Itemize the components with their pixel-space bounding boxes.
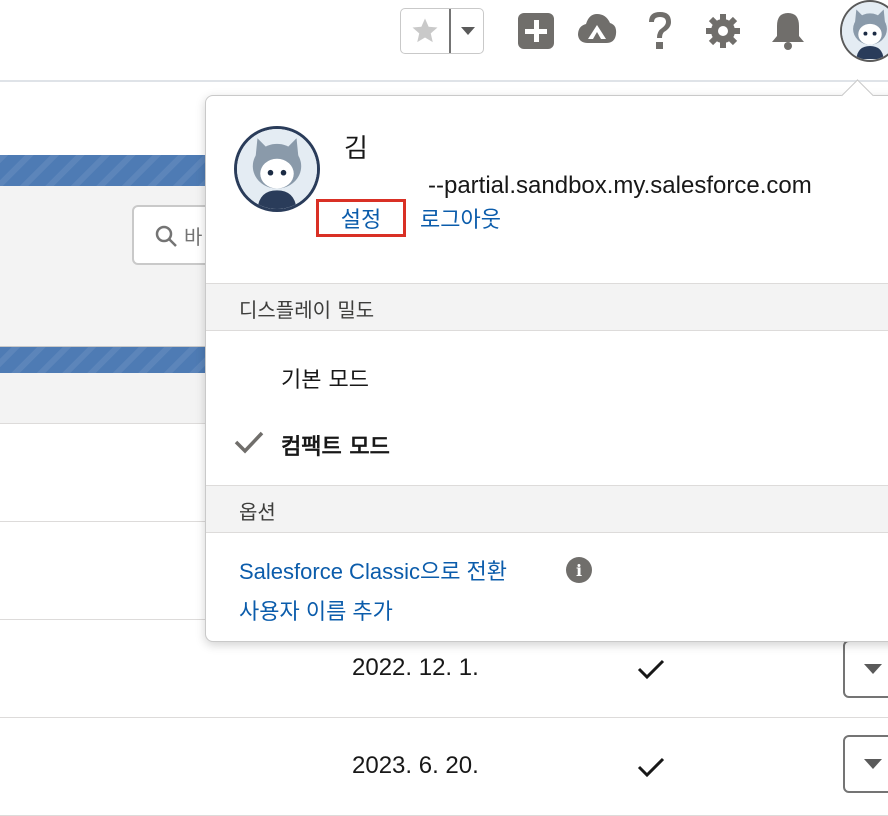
- chevron-down-icon: [864, 759, 882, 769]
- global-header: [0, 0, 888, 82]
- favorites-menu-button[interactable]: [449, 9, 485, 53]
- logout-link[interactable]: 로그아웃: [420, 202, 501, 234]
- switch-to-classic-link[interactable]: Salesforce Classic으로 전환: [239, 554, 507, 586]
- search-icon: [154, 224, 178, 252]
- section-title: 디스플레이 밀도: [239, 298, 375, 322]
- bell-icon: [772, 13, 804, 50]
- checkmark-icon: [636, 756, 666, 782]
- plus-icon: [518, 13, 554, 49]
- user-name: 김: [344, 134, 368, 164]
- favorite-star-button[interactable]: [401, 9, 449, 53]
- user-profile-menu: 김 --partial.sandbox.my.salesforce.com 설정…: [205, 95, 888, 642]
- gear-icon: [706, 14, 740, 48]
- density-option-compact[interactable]: 컴팩트 모드: [281, 429, 390, 461]
- settings-link[interactable]: 설정: [316, 199, 406, 237]
- user-avatar-button[interactable]: [840, 0, 888, 62]
- favorites-button-group: [400, 8, 484, 54]
- org-domain: --partial.sandbox.my.salesforce.com: [428, 172, 812, 199]
- chevron-down-icon: [461, 27, 475, 35]
- info-icon[interactable]: i: [566, 557, 592, 583]
- star-icon: [412, 18, 438, 43]
- notifications-button[interactable]: [765, 8, 811, 54]
- chevron-down-icon: [864, 664, 882, 674]
- global-actions-button[interactable]: [513, 8, 559, 54]
- trailhead-icon: [578, 14, 617, 43]
- add-username-link[interactable]: 사용자 이름 추가: [239, 594, 393, 626]
- display-density-heading: 디스플레이 밀도: [206, 283, 888, 331]
- help-button[interactable]: [637, 8, 683, 54]
- trailhead-button[interactable]: [574, 8, 620, 54]
- density-option-default[interactable]: 기본 모드: [281, 362, 369, 394]
- row-date: 2023. 6. 20.: [352, 752, 479, 779]
- profile-avatar: [234, 126, 320, 212]
- options-heading: 옵션: [206, 485, 888, 533]
- section-title: 옵션: [239, 500, 276, 524]
- row-actions-button[interactable]: [843, 640, 888, 698]
- row-actions-button[interactable]: [843, 735, 888, 793]
- row-date: 2022. 12. 1.: [352, 654, 479, 681]
- setup-button[interactable]: [700, 8, 746, 54]
- checkmark-icon: [233, 430, 265, 458]
- table-row: 2023. 6. 20.: [0, 718, 888, 816]
- avatar: [842, 3, 888, 59]
- search-placeholder: 바: [184, 225, 203, 249]
- checkmark-icon: [636, 658, 666, 684]
- help-icon: [649, 12, 671, 49]
